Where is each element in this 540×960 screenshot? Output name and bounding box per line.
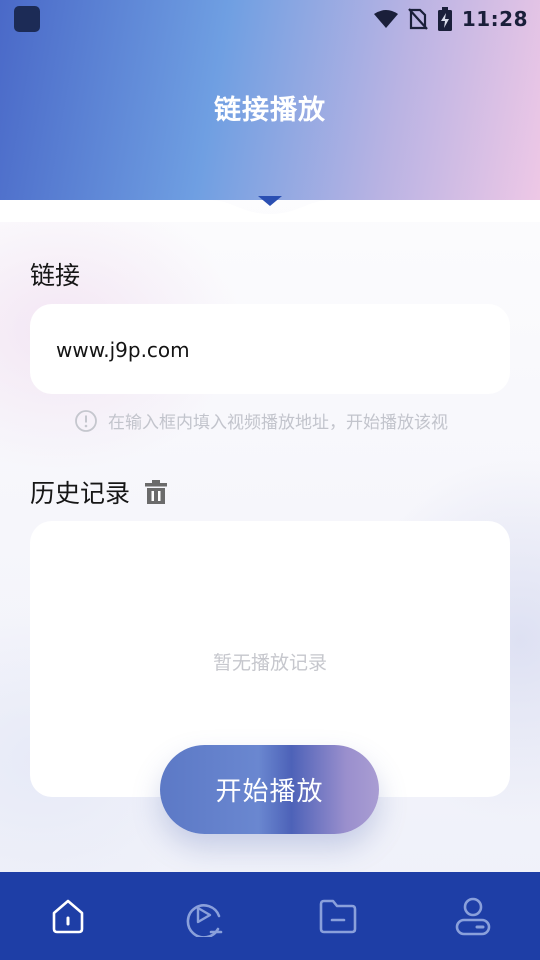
start-play-button[interactable]: 开始播放 xyxy=(160,745,379,834)
header-notch xyxy=(0,196,540,222)
status-time: 11:28 xyxy=(461,7,528,31)
home-icon xyxy=(52,899,83,934)
nav-item-profile[interactable] xyxy=(405,872,540,960)
folder-icon xyxy=(319,899,356,934)
url-input[interactable] xyxy=(56,332,486,368)
start-play-label: 开始播放 xyxy=(215,777,324,807)
nav-item-video[interactable] xyxy=(135,872,270,960)
battery-charging-icon xyxy=(437,7,452,31)
trash-icon[interactable] xyxy=(144,479,168,505)
history-label: 历史记录 xyxy=(30,479,131,508)
history-header: 历史记录 xyxy=(30,474,168,510)
page-title: 链接播放 xyxy=(214,95,326,126)
app-notification-icon xyxy=(14,6,40,32)
empty-history-text: 暂无播放记录 xyxy=(212,652,327,674)
link-label: 链接 xyxy=(30,261,81,290)
user-icon xyxy=(455,897,490,936)
status-bar: 11:28 xyxy=(0,0,540,36)
bottom-nav xyxy=(0,872,540,960)
info-icon xyxy=(75,409,97,432)
wifi-icon xyxy=(373,10,398,28)
nav-item-folder[interactable] xyxy=(270,872,405,960)
input-hint: 在输入框内填入视频播放地址，开始播放该视 xyxy=(74,408,448,433)
no-sim-icon xyxy=(408,8,428,30)
link-input-card xyxy=(30,304,510,394)
hint-text: 在输入框内填入视频播放地址，开始播放该视 xyxy=(108,413,448,433)
expand-arrow-icon[interactable] xyxy=(258,196,282,206)
nav-item-home[interactable] xyxy=(0,872,135,960)
video-play-icon xyxy=(186,904,222,937)
